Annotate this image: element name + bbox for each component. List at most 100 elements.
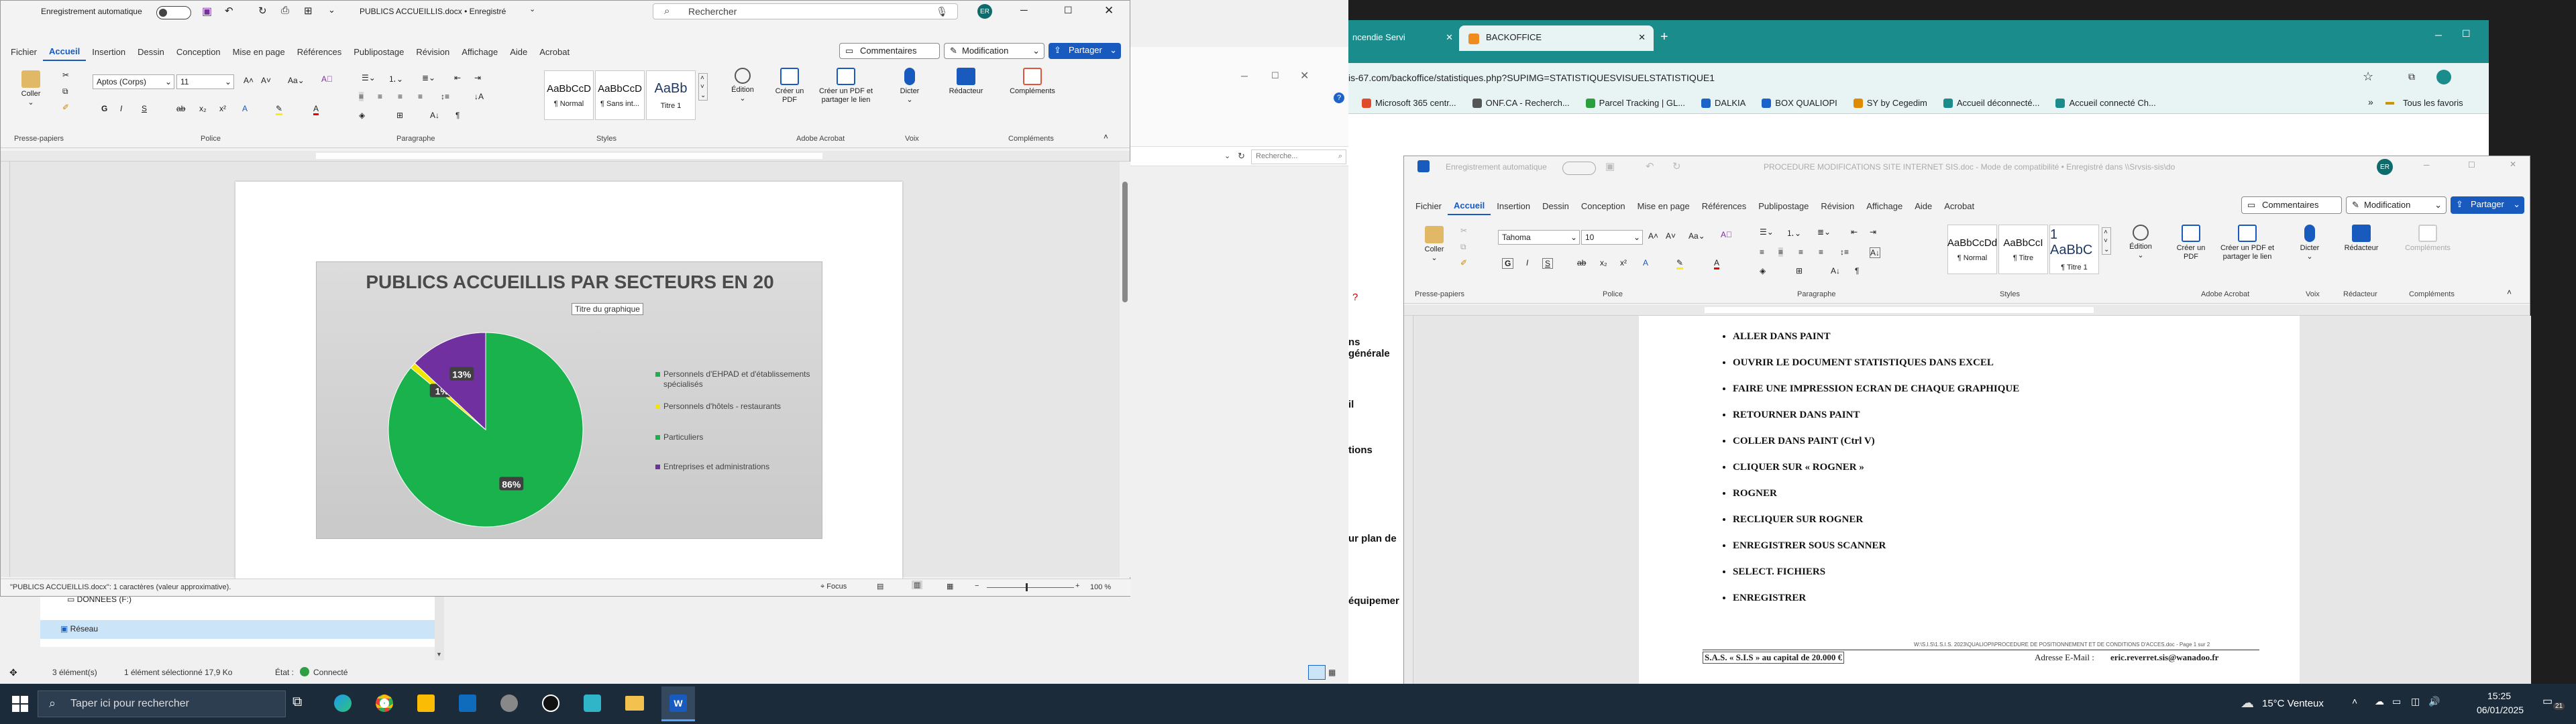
minimize-button[interactable]: ─ xyxy=(2424,160,2430,170)
collapse-ribbon-icon[interactable]: ˄ xyxy=(1104,132,1108,141)
format-painter-icon[interactable]: ✐ xyxy=(62,103,69,112)
task-view-icon[interactable]: ⧉ xyxy=(292,695,302,710)
tab-accueil[interactable]: Accueil xyxy=(1448,198,1491,215)
explorer-scrollbar[interactable]: ▼ xyxy=(435,593,444,660)
redo-icon[interactable]: ↻ xyxy=(258,5,267,17)
italic-icon[interactable]: I xyxy=(1526,258,1528,267)
weather-text[interactable]: 15°C Venteux xyxy=(2262,698,2324,709)
style-item[interactable]: AaBbCcI ¶ Titre xyxy=(1998,225,2048,274)
tab-mise-en-page[interactable]: Mise en page xyxy=(227,44,291,60)
shading-icon[interactable]: ◈ xyxy=(359,111,365,120)
browser-url[interactable]: is-67.com/backoffice/statistiques.php?SU… xyxy=(1348,72,1715,83)
tab-dessin[interactable]: Dessin xyxy=(1536,198,1575,215)
browser-tab-active[interactable]: BACKOFFICE ✕ xyxy=(1459,25,1654,51)
collapse-ribbon-icon[interactable]: ˄ xyxy=(2507,288,2512,297)
text-effects-icon[interactable]: A xyxy=(242,104,248,113)
notification-icon[interactable]: ▭ xyxy=(2542,695,2553,708)
tab-fichier[interactable]: Fichier xyxy=(1409,198,1448,215)
new-doc-icon[interactable]: ⎙ xyxy=(281,5,289,16)
undo-icon[interactable]: ↶ xyxy=(225,5,233,17)
style-item[interactable]: 1 AaBbC ¶ Titre 1 xyxy=(2049,225,2099,274)
decrease-indent-icon[interactable]: ⇤ xyxy=(1851,227,1858,237)
mic-icon[interactable]: 🎙 xyxy=(936,6,948,17)
nav-item-network[interactable]: ▣ Réseau xyxy=(40,620,436,639)
dictate-button[interactable]: Dicter ⌄ xyxy=(891,68,928,105)
font-color-icon[interactable]: A xyxy=(1714,258,1720,269)
status-word-count[interactable]: "PUBLICS ACCUEILLIS.docx": 1 caractères … xyxy=(10,583,231,591)
sort-icon[interactable]: A↓ xyxy=(1870,247,1881,258)
italic-icon[interactable]: I xyxy=(120,104,122,113)
browser-minimize-button[interactable]: ─ xyxy=(2435,29,2442,40)
paste-button[interactable]: Coller ⌄ xyxy=(1417,226,1451,263)
explorer-close-button[interactable]: ✕ xyxy=(1300,69,1309,82)
tab-aide[interactable]: Aide xyxy=(504,44,533,60)
tab-accueil[interactable]: Accueil xyxy=(43,44,87,61)
create-pdf-button[interactable]: Créer un PDF xyxy=(771,68,808,105)
align-right-icon[interactable]: ≡ xyxy=(1799,247,1803,257)
zoom-slider[interactable] xyxy=(987,587,1074,588)
font-size-select[interactable]: 10 ⌄ xyxy=(1581,230,1643,245)
doc-scrollbar[interactable] xyxy=(1120,162,1130,577)
subscript-icon[interactable]: x₂ xyxy=(1600,258,1607,267)
refresh-icon[interactable]: ↻ xyxy=(1238,151,1245,162)
borders-icon[interactable]: ⊞ xyxy=(396,111,403,120)
style-item[interactable]: AaBbCcD ¶ Sans int... xyxy=(595,70,645,120)
minimize-button[interactable]: ─ xyxy=(1020,5,1028,16)
file-explorer-icon[interactable] xyxy=(625,696,644,711)
tab-r-f-rences[interactable]: Références xyxy=(291,44,347,60)
explorer-maximize-button[interactable]: ☐ xyxy=(1271,70,1279,81)
tab-dessin[interactable]: Dessin xyxy=(131,44,170,60)
autosave-toggle[interactable] xyxy=(156,6,191,19)
focus-button[interactable]: ⌖ Focus xyxy=(820,583,847,591)
tab-aide[interactable]: Aide xyxy=(1909,198,1938,215)
bookmark-item[interactable]: Parcel Tracking | GL... xyxy=(1585,98,1685,108)
bookmark-item[interactable]: DALKIA xyxy=(1701,98,1746,108)
styles-scroll-icon[interactable]: ˄ ˅ ⌄ xyxy=(698,73,708,101)
new-tab-button[interactable]: + xyxy=(1660,29,1668,45)
font-name-select[interactable]: Tahoma ⌄ xyxy=(1498,230,1580,245)
star-icon[interactable]: ☆ xyxy=(2363,70,2373,84)
outlook-icon[interactable] xyxy=(459,695,476,712)
sort-icon[interactable]: ↓A xyxy=(474,92,484,101)
line-spacing-icon[interactable]: ↕≡ xyxy=(441,92,449,101)
cut-icon[interactable]: ✂ xyxy=(1460,226,1467,235)
font-size-select[interactable]: 11 ⌄ xyxy=(176,74,234,89)
network-icon[interactable]: ◫ xyxy=(2411,696,2420,707)
clear-format-icon[interactable]: A⃠ xyxy=(1721,230,1732,239)
bookmark-item[interactable]: ONF.CA - Recherch... xyxy=(1472,98,1570,108)
tab-affichage[interactable]: Affichage xyxy=(1860,198,1909,215)
tab-close-icon[interactable]: ✕ xyxy=(1446,32,1453,43)
styles-scroll-icon[interactable]: ˄ ˅ ⌄ xyxy=(2102,227,2112,255)
create-pdf-share-button[interactable]: Créer un PDF et partager le lien xyxy=(2210,225,2284,261)
display-icon[interactable]: ▭ xyxy=(2392,696,2401,707)
explorer-minimize-button[interactable]: ─ xyxy=(1241,70,1248,81)
align-left-icon[interactable]: ≡ xyxy=(1760,247,1764,257)
addins-button[interactable]: Compléments xyxy=(1004,68,1061,96)
maximize-button[interactable]: ☐ xyxy=(2468,160,2475,170)
tab-mise-en-page[interactable]: Mise en page xyxy=(1631,198,1696,215)
bold-icon[interactable]: G xyxy=(1502,258,1514,269)
grow-font-icon[interactable]: A˄ xyxy=(1648,231,1658,241)
tab-insertion[interactable]: Insertion xyxy=(1491,198,1536,215)
strikethrough-icon[interactable]: ab xyxy=(1577,258,1586,267)
save-icon[interactable]: ▣ xyxy=(1605,160,1615,172)
web-layout-icon[interactable]: ▦ xyxy=(947,582,953,591)
weather-icon[interactable]: ☁ xyxy=(2241,695,2254,711)
word-taskbar-icon[interactable]: W xyxy=(661,686,695,721)
autosave-toggle[interactable] xyxy=(1562,162,1596,175)
tab-publipostage[interactable]: Publipostage xyxy=(1752,198,1815,215)
close-button[interactable]: ✕ xyxy=(1104,4,1114,17)
word-left-search-input[interactable]: ⌕ Rechercher 🎙 xyxy=(653,3,958,19)
avatar[interactable]: ER xyxy=(977,4,992,19)
comments-button[interactable]: ▭ Commentaires xyxy=(839,43,940,59)
edge-icon[interactable] xyxy=(334,695,352,712)
bullets-icon[interactable]: ☰⌄ xyxy=(362,73,376,82)
details-view-icon[interactable] xyxy=(1308,665,1326,680)
multilevel-icon[interactable]: ≣⌄ xyxy=(422,73,435,82)
tab-r-f-rences[interactable]: Références xyxy=(1696,198,1752,215)
numbering-icon[interactable]: ⒈⌄ xyxy=(388,73,403,84)
strikethrough-icon[interactable]: ab xyxy=(176,104,185,113)
numbering-icon[interactable]: ⒈⌄ xyxy=(1786,227,1801,239)
start-button[interactable] xyxy=(12,696,28,712)
extensions-icon[interactable]: ⧉ xyxy=(2408,71,2415,82)
